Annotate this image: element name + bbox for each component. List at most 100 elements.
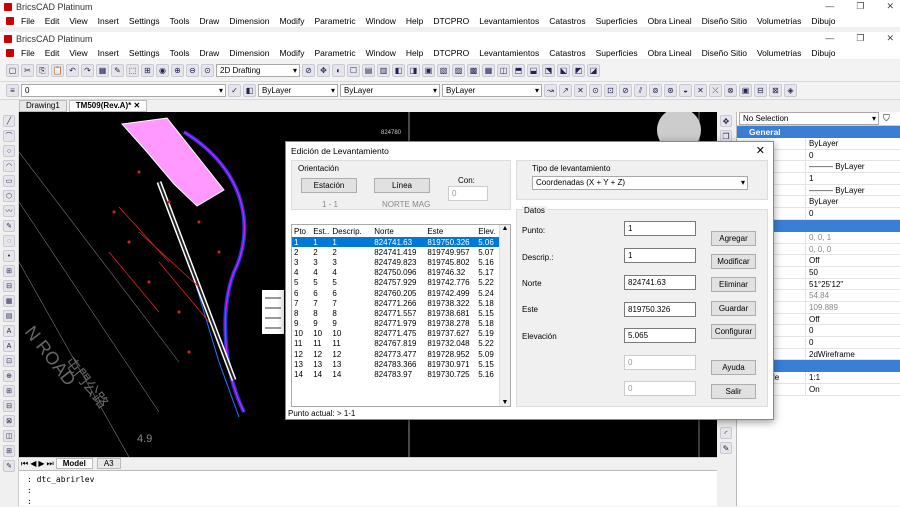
restore-icon[interactable]: ❐: [856, 1, 864, 12]
extra-field-1[interactable]: 0: [624, 355, 696, 370]
layers-icon[interactable]: ≡: [6, 84, 19, 97]
menu-item[interactable]: Diseño Sitio: [697, 48, 752, 58]
toolbar-tool-icon[interactable]: ⊖: [186, 64, 199, 77]
norte-field[interactable]: 824741.63: [624, 275, 696, 290]
toolbar-tool-icon[interactable]: ◉: [156, 64, 169, 77]
punto-field[interactable]: 1: [624, 221, 696, 236]
toolbar-tool-icon[interactable]: ✂: [21, 64, 34, 77]
tab-close-icon[interactable]: ✕: [133, 101, 140, 110]
command-line[interactable]: : dtc_abrirlev : :: [19, 470, 717, 506]
toolbar-tool-icon[interactable]: ▦: [96, 64, 109, 77]
toolbar-tool-icon[interactable]: ▩: [467, 64, 480, 77]
snap-tool-icon[interactable]: ↝: [544, 84, 557, 97]
property-value[interactable]: 0: [805, 337, 900, 348]
menu-item[interactable]: Dibujo: [806, 48, 840, 58]
draw-tool-icon[interactable]: ⌒: [3, 130, 15, 142]
property-value[interactable]: 1: [805, 173, 900, 184]
property-value[interactable]: 109.889: [805, 301, 900, 313]
snap-tool-icon[interactable]: ⊚: [649, 84, 662, 97]
menu-item[interactable]: Edit: [40, 48, 65, 58]
snap-tool-icon[interactable]: ◈: [784, 84, 797, 97]
menu-item[interactable]: Edit: [40, 16, 65, 26]
table-row[interactable]: 9 9 9 824771.979 819738.278 5.18: [292, 319, 500, 329]
toolbar-tool-icon[interactable]: ⬕: [557, 64, 570, 77]
toolbar-tool-icon[interactable]: ▥: [377, 64, 390, 77]
menu-item[interactable]: Modify: [274, 48, 309, 58]
arc-icon[interactable]: ◜: [720, 427, 732, 439]
draw-tool-icon[interactable]: ⊞: [3, 265, 15, 277]
menu-item[interactable]: Insert: [93, 16, 124, 26]
draw-tool-icon[interactable]: A: [3, 325, 15, 337]
tab-tm509[interactable]: TM509(Rev.A)* ✕: [68, 100, 148, 112]
draw-tool-icon[interactable]: ⊡: [3, 355, 15, 367]
toolbar-tool-icon[interactable]: ⬚: [126, 64, 139, 77]
salir-button[interactable]: Salir: [711, 384, 756, 399]
property-value[interactable]: Off: [805, 255, 900, 266]
column-header[interactable]: Elev.: [476, 225, 500, 237]
menu-item[interactable]: Help: [401, 16, 428, 26]
draw-tool-icon[interactable]: ▭: [3, 175, 15, 187]
menu-item[interactable]: Dimension: [224, 48, 274, 58]
menu-item[interactable]: Catastros: [544, 16, 590, 26]
property-value[interactable]: Off: [805, 313, 900, 325]
selection-combo[interactable]: No Selection: [739, 112, 879, 125]
column-header[interactable]: Este: [425, 225, 476, 237]
tab-model[interactable]: Model: [55, 458, 93, 469]
draw-tool-icon[interactable]: ✎: [3, 460, 15, 472]
toolbar-tool-icon[interactable]: ⬔: [542, 64, 555, 77]
workspace-combo[interactable]: 2D Drafting: [216, 64, 300, 77]
menu-item[interactable]: Help: [401, 48, 428, 58]
snap-tool-icon[interactable]: ↗: [559, 84, 572, 97]
draw-tool-icon[interactable]: ⊠: [3, 415, 15, 427]
toolbar-tool-icon[interactable]: ◐: [332, 64, 345, 77]
eliminar-button[interactable]: Eliminar: [711, 277, 756, 292]
table-row[interactable]: 1 1 1 824741.63 819750.326 5.06: [292, 237, 500, 248]
table-row[interactable]: 13 13 13 824783.366 819730.971 5.15: [292, 359, 500, 369]
snap-tool-icon[interactable]: ▣: [739, 84, 752, 97]
property-value[interactable]: On: [805, 384, 900, 395]
restore-icon[interactable]: ❐: [856, 33, 864, 44]
draw-tool-icon[interactable]: ⬡: [3, 190, 15, 202]
snap-tool-icon[interactable]: ✕: [694, 84, 707, 97]
snap-tool-icon[interactable]: ⊗: [724, 84, 737, 97]
ayuda-button[interactable]: Ayuda: [711, 360, 756, 375]
toolbar-tool-icon[interactable]: ▨: [452, 64, 465, 77]
close-icon[interactable]: ✕: [886, 1, 894, 12]
app-menu-icon[interactable]: [6, 16, 14, 25]
menu-item[interactable]: Draw: [194, 16, 224, 26]
menu-item[interactable]: Levantamientos: [474, 48, 544, 58]
list-scrollbar[interactable]: ▲ ▼: [499, 225, 510, 406]
extra-field-2[interactable]: 0: [624, 381, 696, 396]
tab-a3[interactable]: A3: [96, 458, 121, 469]
menu-item[interactable]: Volumetrias: [752, 16, 806, 26]
modificar-button[interactable]: Modificar: [711, 254, 756, 269]
draw-tool-icon[interactable]: ○: [3, 145, 15, 157]
property-value[interactable]: 0: [805, 208, 900, 219]
toolbar-tool-icon[interactable]: ▧: [437, 64, 450, 77]
toolbar-tool-icon[interactable]: ▦: [482, 64, 495, 77]
toolbar-tool-icon[interactable]: ▤: [362, 64, 375, 77]
table-row[interactable]: 4 4 4 824750.096 819746.32 5.17: [292, 268, 500, 278]
guardar-button[interactable]: Guardar: [711, 301, 756, 316]
property-value[interactable]: 1:1: [805, 372, 900, 384]
last-layout-icon[interactable]: ⏭: [47, 459, 54, 469]
con-field[interactable]: 0: [448, 186, 488, 201]
menu-item[interactable]: Settings: [124, 48, 165, 58]
table-row[interactable]: 6 6 6 824760.205 819742.499 5.24: [292, 288, 500, 298]
menu-item[interactable]: Parametric: [310, 16, 361, 26]
draw-tool-icon[interactable]: ⊞: [3, 385, 15, 397]
menu-item[interactable]: File: [16, 16, 40, 26]
menu-item[interactable]: Parametric: [310, 48, 361, 58]
snap-tool-icon[interactable]: ⊠: [769, 84, 782, 97]
toolbar-tool-icon[interactable]: 📋: [51, 64, 64, 77]
toolbar-tool-icon[interactable]: ⊙: [201, 64, 214, 77]
menu-item[interactable]: Window: [361, 48, 401, 58]
snap-tool-icon[interactable]: ◒: [679, 84, 692, 97]
menu-item[interactable]: Tools: [165, 16, 195, 26]
table-row[interactable]: 10 10 10 824771.475 819737.627 5.19: [292, 329, 500, 339]
dialog-close-icon[interactable]: ✕: [756, 144, 765, 157]
draw-tool-icon[interactable]: ◫: [3, 430, 15, 442]
layer-state-icon[interactable]: ✓: [228, 84, 241, 97]
draw-tool-icon[interactable]: •: [3, 250, 15, 262]
draw-tool-icon[interactable]: ▦: [3, 295, 15, 307]
